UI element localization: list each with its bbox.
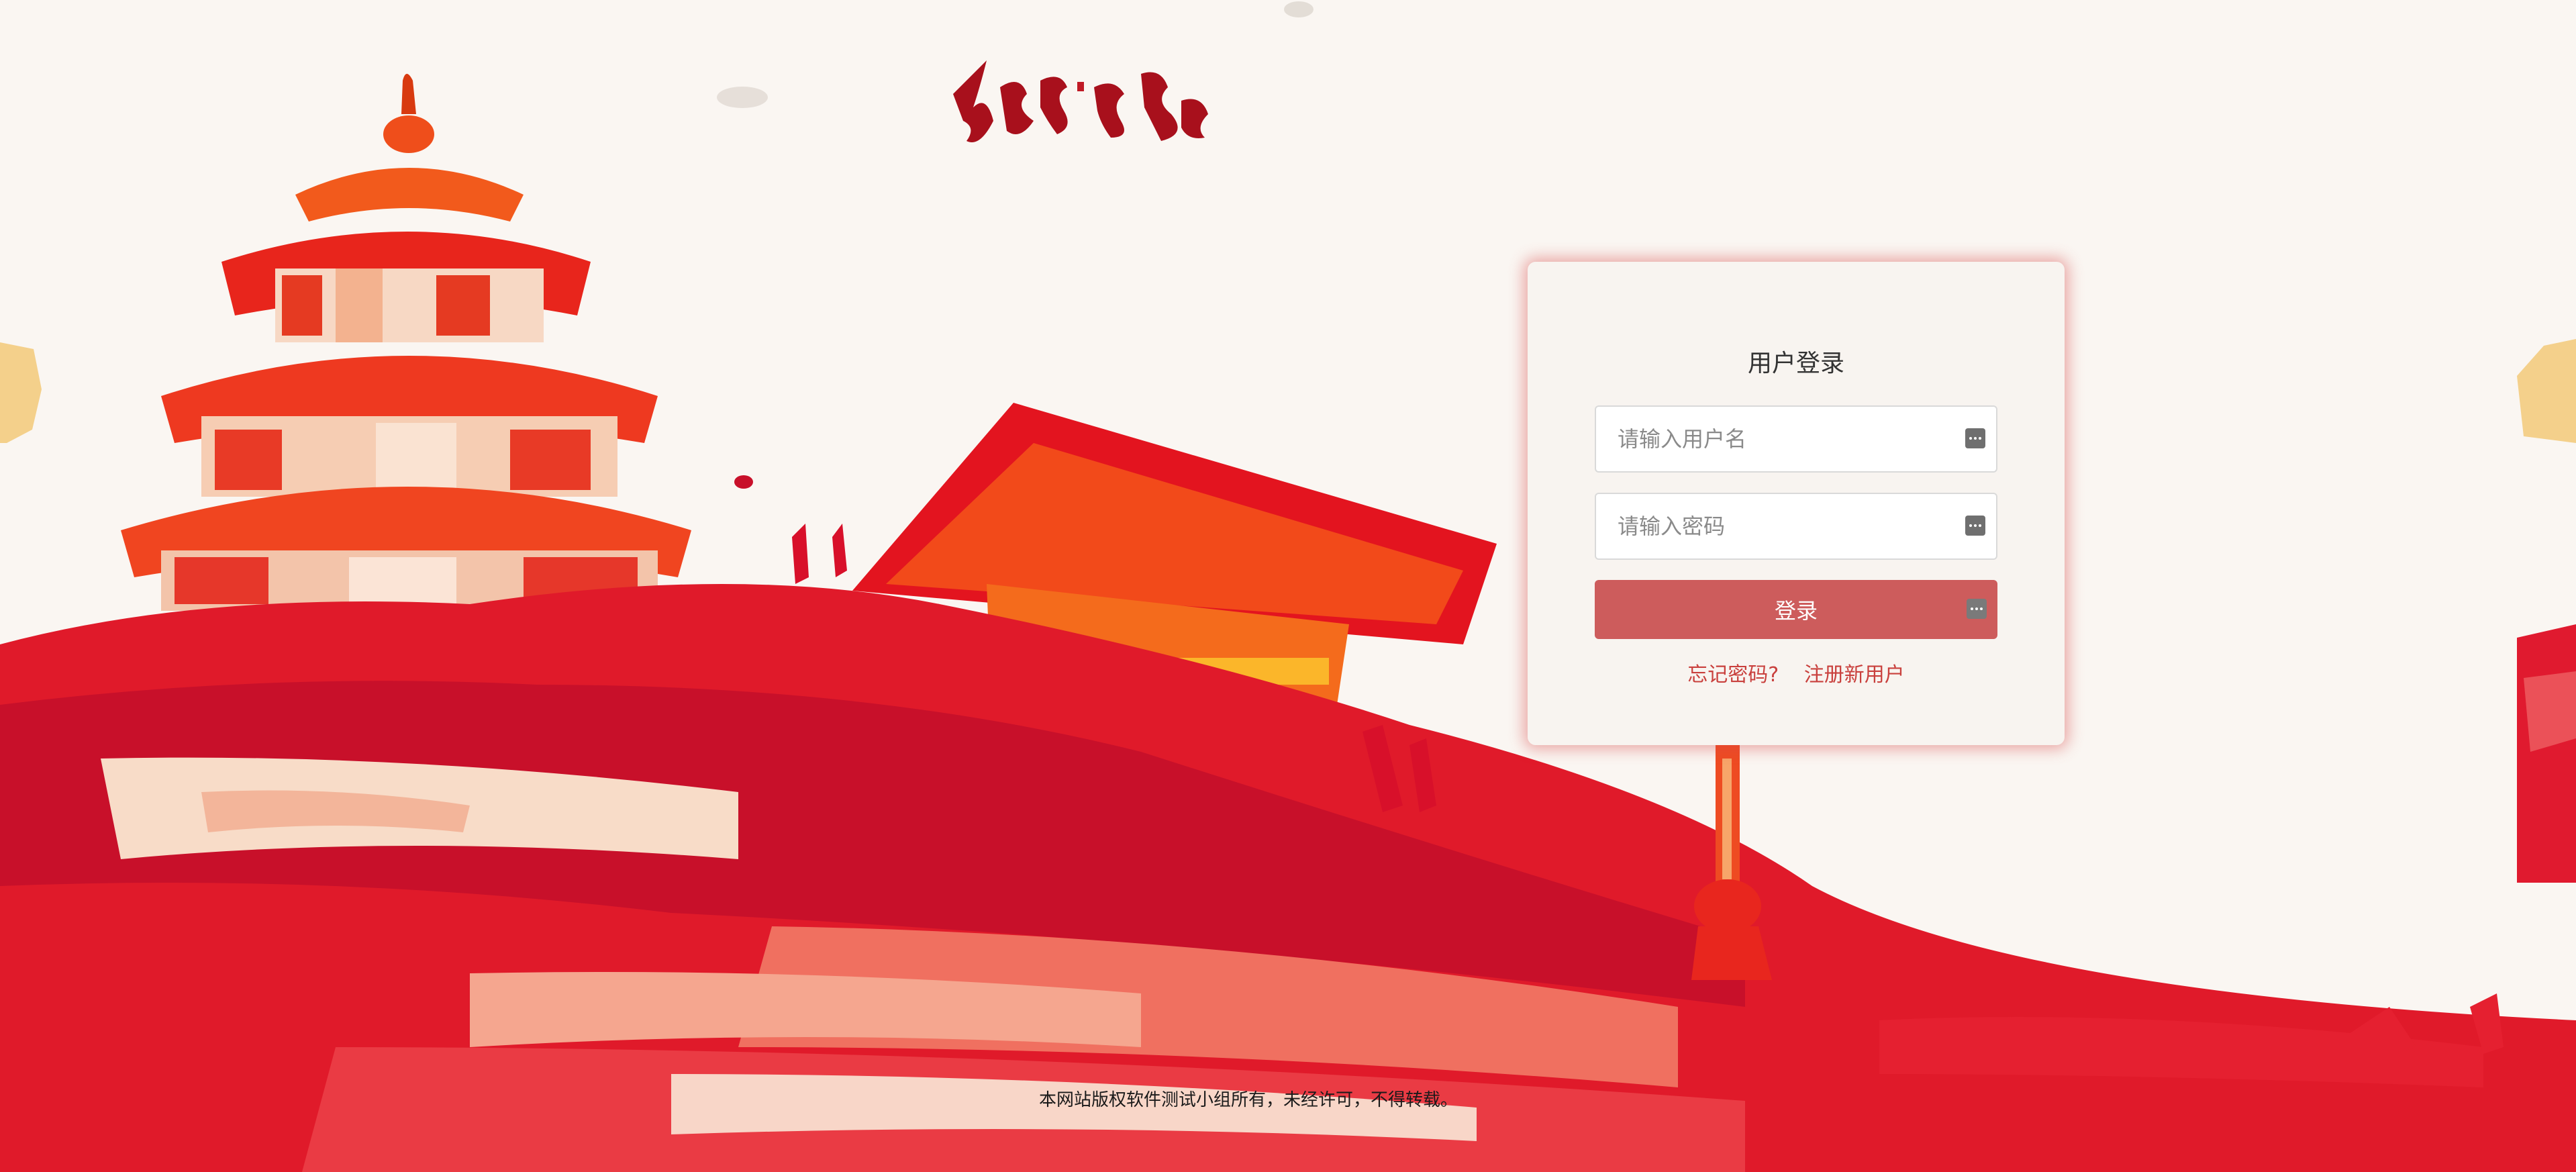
username-input[interactable] bbox=[1596, 407, 1959, 471]
password-input[interactable] bbox=[1596, 494, 1959, 558]
calligraphy-logo-icon bbox=[953, 60, 1208, 142]
login-card: 用户登录 登录 忘记密码? 注册新用户 bbox=[1528, 262, 2065, 745]
username-field[interactable] bbox=[1595, 405, 1997, 473]
copyright-footer: 本网站版权软件测试小组所有，未经许可，不得转载。 bbox=[1038, 1090, 1458, 1110]
password-manager-icon[interactable] bbox=[1967, 599, 1987, 619]
login-title: 用户登录 bbox=[1747, 350, 1844, 377]
password-manager-icon[interactable] bbox=[1965, 428, 1985, 448]
site-logo bbox=[940, 47, 1222, 161]
login-page: 用户登录 登录 忘记密码? 注册新用户 本网站版权软件测试小组所有，未经许可，不… bbox=[0, 0, 2576, 1172]
login-button-label: 登录 bbox=[1774, 598, 1818, 624]
login-button[interactable]: 登录 bbox=[1595, 580, 1997, 639]
temple-of-heaven bbox=[121, 74, 691, 611]
password-manager-icon[interactable] bbox=[1965, 516, 1985, 536]
password-field[interactable] bbox=[1595, 493, 1997, 560]
auth-links: 忘记密码? 注册新用户 bbox=[1528, 658, 2065, 687]
background-landmark-illustration bbox=[0, 1, 2576, 1172]
register-link[interactable]: 注册新用户 bbox=[1804, 663, 1905, 687]
forgot-password-link[interactable]: 忘记密码? bbox=[1687, 663, 1779, 687]
